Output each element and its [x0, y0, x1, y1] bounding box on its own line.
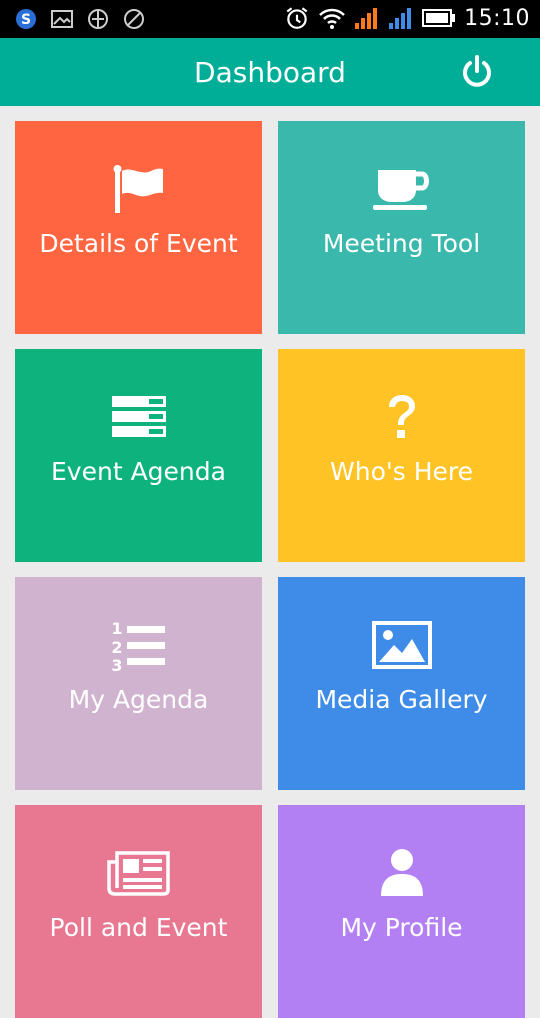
blocked-icon	[124, 9, 144, 29]
user-icon	[380, 849, 423, 896]
tile-label: Media Gallery	[315, 685, 488, 714]
battery-icon	[422, 9, 456, 27]
coffee-cup-icon	[372, 170, 429, 210]
tile-meeting-tool[interactable]: Meeting Tool	[278, 121, 525, 334]
tile-label: My Profile	[340, 913, 463, 942]
svg-text:3: 3	[111, 656, 122, 672]
tile-label: Event Agenda	[51, 457, 226, 486]
svg-text:S: S	[21, 12, 31, 28]
image-icon	[51, 10, 73, 28]
tile-my-agenda[interactable]: 1 2 3 My Agenda	[15, 577, 262, 790]
status-bar: S 15:10	[0, 0, 540, 38]
tile-my-profile[interactable]: My Profile	[278, 805, 525, 1018]
tile-label: Who's Here	[330, 457, 473, 486]
power-icon	[463, 55, 491, 87]
tile-label: Meeting Tool	[322, 229, 481, 258]
skype-icon: S	[16, 9, 36, 29]
app-bar: Dashboard	[0, 38, 540, 106]
alarm-icon	[286, 7, 308, 29]
power-button[interactable]	[458, 53, 496, 91]
status-time: 15:10	[464, 5, 530, 31]
newspaper-icon	[106, 851, 170, 896]
tile-label: My Agenda	[68, 685, 209, 714]
tile-details-of-event[interactable]: Details of Event	[15, 121, 262, 334]
signal-blue-icon	[389, 8, 412, 29]
globe-icon	[88, 9, 108, 29]
flag-icon	[113, 165, 163, 213]
question-mark-icon	[388, 395, 415, 438]
image-icon	[371, 621, 432, 669]
server-list-icon	[111, 396, 166, 437]
wifi-icon	[319, 8, 345, 29]
tile-event-agenda[interactable]: Event Agenda	[15, 349, 262, 562]
svg-text:1: 1	[111, 619, 122, 638]
tile-media-gallery[interactable]: Media Gallery	[278, 577, 525, 790]
numbered-list-icon: 1 2 3	[111, 619, 165, 672]
tile-whos-here[interactable]: Who's Here	[278, 349, 525, 562]
signal-orange-icon	[355, 8, 378, 29]
tile-label: Poll and Event	[49, 913, 228, 942]
tile-poll-and-event[interactable]: Poll and Event	[15, 805, 262, 1018]
svg-text:2: 2	[111, 638, 122, 657]
tile-label: Details of Event	[39, 229, 238, 258]
